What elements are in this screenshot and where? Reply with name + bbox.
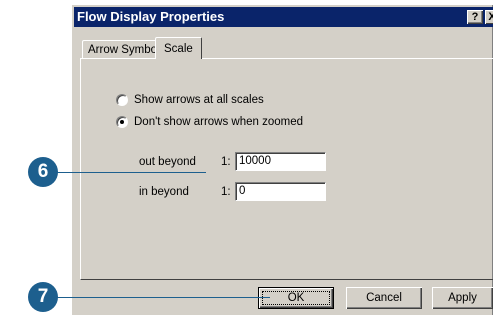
callout-6-leader (56, 172, 206, 173)
radio-label: Don't show arrows when zoomed (134, 116, 304, 128)
radio-dont-show-zoomed[interactable]: Don't show arrows when zoomed (116, 116, 303, 128)
focus-rect (262, 291, 330, 305)
ok-button[interactable]: OK (258, 287, 334, 309)
title-bar: Flow Display Properties ? X (74, 7, 493, 27)
callout-6: 6 (28, 157, 58, 187)
radio-button[interactable] (116, 94, 128, 106)
in-beyond-input[interactable]: 0 (235, 182, 326, 201)
out-beyond-input[interactable]: 10000 (235, 152, 326, 171)
cancel-button[interactable]: Cancel (346, 287, 422, 309)
close-button[interactable]: X (485, 10, 493, 24)
tab-arrow-symbol[interactable]: Arrow Symbol (82, 40, 166, 58)
flow-display-properties-dialog: Flow Display Properties ? X Arrow Symbol… (71, 4, 493, 315)
help-button[interactable]: ? (467, 10, 483, 24)
out-beyond-prefix: 1: (221, 156, 231, 168)
window-title: Flow Display Properties (77, 9, 225, 24)
callout-7-leader (56, 297, 270, 298)
callout-7: 7 (28, 282, 58, 312)
apply-button[interactable]: Apply (432, 287, 493, 309)
in-beyond-prefix: 1: (221, 186, 231, 198)
radio-show-all-scales[interactable]: Show arrows at all scales (116, 94, 264, 106)
radio-label: Show arrows at all scales (134, 94, 264, 106)
out-beyond-label: out beyond (139, 156, 196, 168)
tab-scale[interactable]: Scale (155, 37, 202, 59)
radio-button[interactable] (116, 116, 128, 128)
in-beyond-label: in beyond (139, 186, 189, 198)
scale-tab-panel: Show arrows at all scales Don't show arr… (80, 58, 493, 280)
